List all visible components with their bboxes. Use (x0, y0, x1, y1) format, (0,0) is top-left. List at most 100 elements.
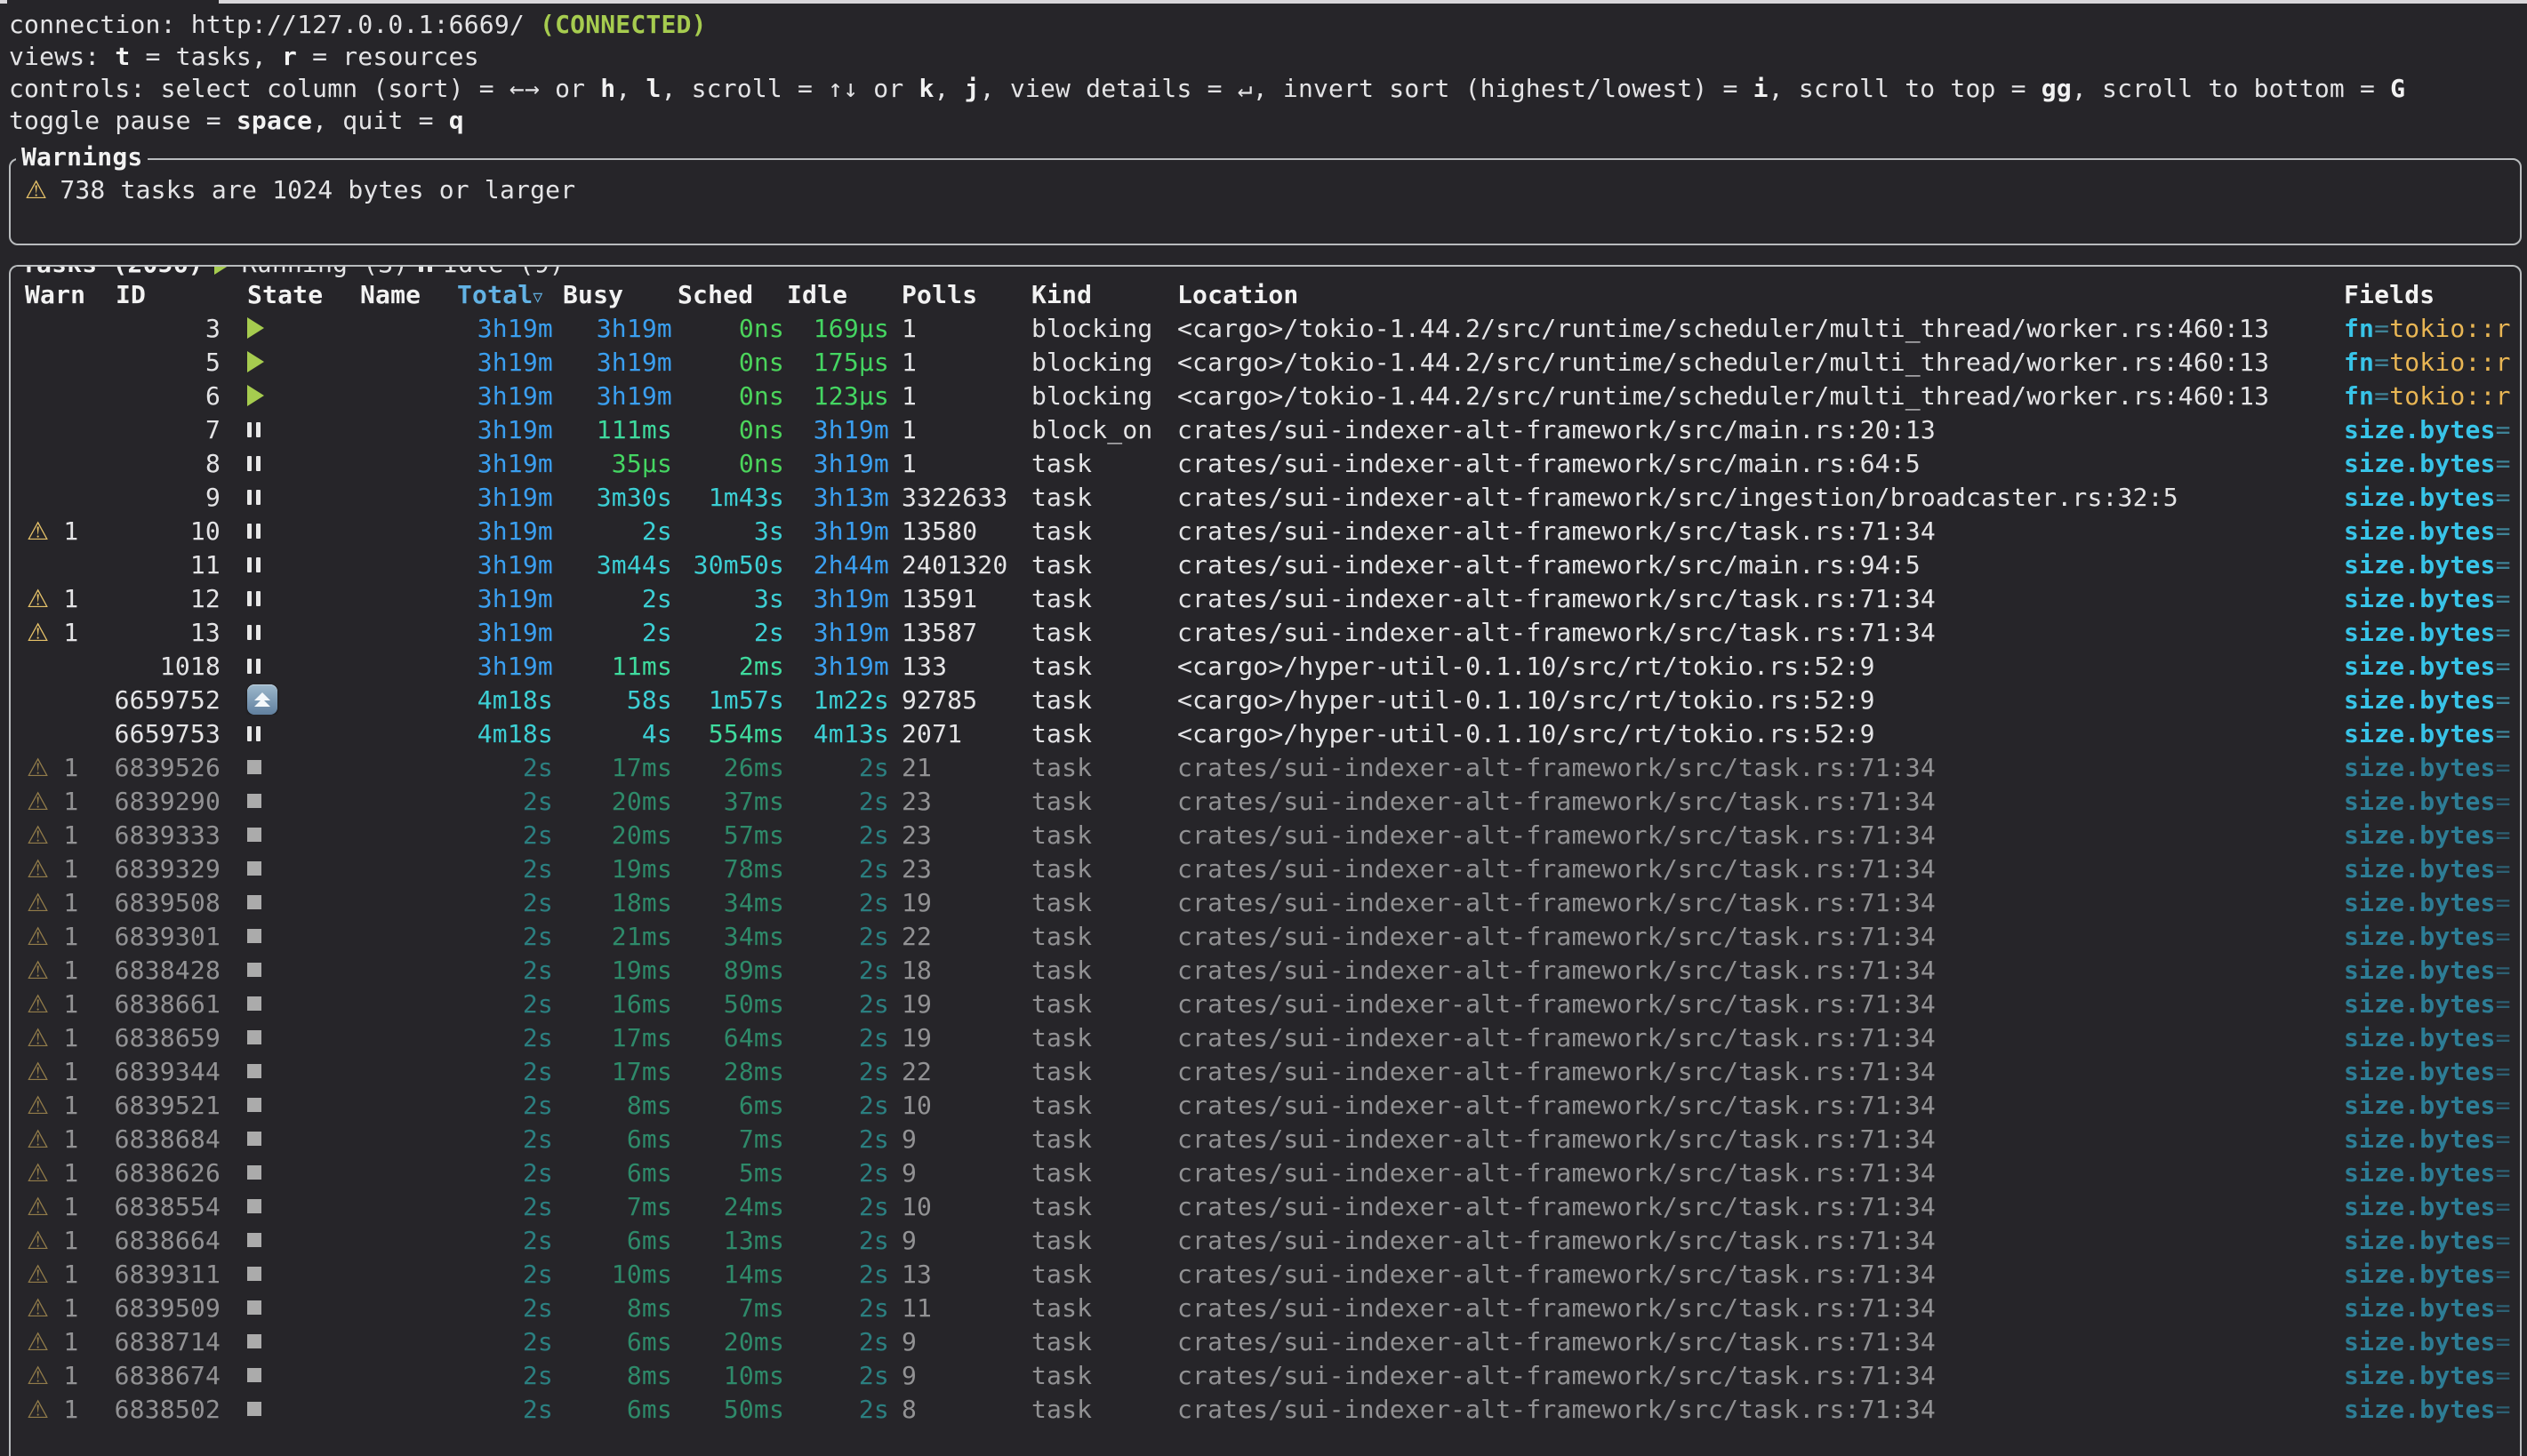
cell-polls: 22 (889, 922, 1024, 951)
tasks-panel: Tasks (2056) Running (3) Idle (9) Warn I… (9, 265, 2522, 1456)
column-header-kind[interactable]: Kind (1024, 280, 1177, 309)
table-row[interactable]: ⚠1 6839521 2s 8ms 6ms 2s 10 task crates/… (25, 1088, 2520, 1122)
column-header-state[interactable]: State (221, 280, 347, 309)
cell-state (221, 490, 347, 505)
table-row[interactable]: ⚠1 6839329 2s 19ms 78ms 2s 23 task crate… (25, 852, 2520, 885)
table-row[interactable]: ⚠1 6838664 2s 6ms 13ms 2s 9 task crates/… (25, 1223, 2520, 1257)
column-header-polls[interactable]: Polls (889, 280, 1024, 309)
cell-warn: ⚠1 (25, 1057, 100, 1086)
table-row[interactable]: ⚠1 6838659 2s 17ms 64ms 2s 19 task crate… (25, 1020, 2520, 1054)
column-header-fields[interactable]: Fields (2321, 280, 2520, 309)
table-row[interactable]: 11 3h19m 3m44s 30m50s 2h44m 2401320 task… (25, 548, 2520, 581)
table-row[interactable]: 5 3h19m 3h19m 0ns 175µs 1 blocking <carg… (25, 345, 2520, 379)
cell-id: 10 (100, 516, 221, 546)
table-row[interactable]: ⚠1 6838554 2s 7ms 24ms 2s 10 task crates… (25, 1189, 2520, 1223)
running-count-label: Running (3) (242, 265, 409, 280)
paused-icon (247, 490, 261, 505)
column-header-name[interactable]: Name (347, 280, 448, 309)
cell-warn: ⚠1 (25, 753, 100, 782)
cell-location: <cargo>/hyper-util-0.1.10/src/rt/tokio.r… (1177, 719, 2321, 748)
cell-sched: 0ns (672, 348, 784, 377)
table-row[interactable]: 6 3h19m 3h19m 0ns 123µs 1 blocking <carg… (25, 379, 2520, 412)
column-header-sched[interactable]: Sched (672, 280, 784, 309)
cell-fields: size.bytes= (2321, 685, 2520, 715)
table-row[interactable]: ⚠1 6839508 2s 18ms 34ms 2s 19 task crate… (25, 885, 2520, 919)
table-row[interactable]: ⚠1 6839344 2s 17ms 28ms 2s 22 task crate… (25, 1054, 2520, 1088)
cell-busy: 8ms (553, 1293, 672, 1323)
cell-warn: ⚠1 (25, 584, 100, 613)
cell-fields: size.bytes= (2321, 1091, 2520, 1120)
column-header-total-sorted[interactable]: Total▿ (448, 280, 553, 309)
table-row[interactable]: ⚠1 13 3h19m 2s 2s 3h19m 13587 task crate… (25, 615, 2520, 649)
cell-kind: task (1024, 652, 1177, 681)
warning-triangle-icon: ⚠ (27, 787, 49, 816)
cell-location: crates/sui-indexer-alt-framework/src/tas… (1177, 787, 2321, 816)
cell-location: crates/sui-indexer-alt-framework/src/tas… (1177, 1158, 2321, 1188)
table-row[interactable]: ⚠1 6839509 2s 8ms 7ms 2s 11 task crates/… (25, 1291, 2520, 1324)
column-header-idle[interactable]: Idle (784, 280, 889, 309)
cell-busy: 2s (553, 516, 672, 546)
table-row[interactable]: 1018 3h19m 11ms 2ms 3h19m 133 task <carg… (25, 649, 2520, 683)
table-row[interactable]: 6659753 4m18s 4s 554ms 4m13s 2071 task <… (25, 716, 2520, 750)
table-row[interactable]: ⚠1 6838674 2s 8ms 10ms 2s 9 task crates/… (25, 1358, 2520, 1392)
cell-fields: size.bytes= (2321, 1158, 2520, 1188)
cell-sched: 0ns (672, 415, 784, 444)
warning-triangle-icon: ⚠ (27, 1192, 49, 1221)
table-row[interactable]: ⚠1 6838714 2s 6ms 20ms 2s 9 task crates/… (25, 1324, 2520, 1358)
cell-kind: task (1024, 820, 1177, 850)
cell-sched: 57ms (672, 820, 784, 850)
table-row[interactable]: ⚠1 6838626 2s 6ms 5ms 2s 9 task crates/s… (25, 1156, 2520, 1189)
cell-id: 6839509 (100, 1293, 221, 1323)
cell-fields: size.bytes= (2321, 483, 2520, 512)
table-row[interactable]: ⚠1 6839301 2s 21ms 34ms 2s 22 task crate… (25, 919, 2520, 953)
table-row[interactable]: 6659752 4m18s 58s 1m57s 1m22s 92785 task… (25, 683, 2520, 716)
completed-icon (247, 1165, 261, 1180)
column-header-location[interactable]: Location (1177, 280, 2321, 309)
table-row[interactable]: ⚠1 6839526 2s 17ms 26ms 2s 21 task crate… (25, 750, 2520, 784)
cell-total: 2s (448, 1057, 553, 1086)
cell-location: crates/sui-indexer-alt-framework/src/tas… (1177, 1192, 2321, 1221)
completed-icon (247, 1300, 261, 1315)
table-row[interactable]: ⚠1 6839290 2s 20ms 37ms 2s 23 task crate… (25, 784, 2520, 818)
cell-id: 5 (100, 348, 221, 377)
completed-icon (247, 1368, 261, 1382)
warning-triangle-icon: ⚠ (27, 1091, 49, 1120)
cell-total: 2s (448, 820, 553, 850)
cell-polls: 9 (889, 1158, 1024, 1188)
table-row[interactable]: ⚠1 6839311 2s 10ms 14ms 2s 13 task crate… (25, 1257, 2520, 1291)
table-row[interactable]: ⚠1 6838428 2s 19ms 89ms 2s 18 task crate… (25, 953, 2520, 987)
cell-fields: size.bytes= (2321, 1361, 2520, 1390)
table-row[interactable]: ⚠1 6838502 2s 6ms 50ms 2s 8 task crates/… (25, 1392, 2520, 1426)
cell-polls: 10 (889, 1091, 1024, 1120)
warning-triangle-icon: ⚠ (27, 1293, 49, 1323)
paused-icon (419, 265, 432, 272)
warning-triangle-icon: ⚠ (27, 1395, 49, 1424)
cell-idle: 3h19m (784, 516, 889, 546)
cell-location: <cargo>/hyper-util-0.1.10/src/rt/tokio.r… (1177, 652, 2321, 681)
cell-polls: 133 (889, 652, 1024, 681)
table-row[interactable]: 7 3h19m 111ms 0ns 3h19m 1 block_on crate… (25, 412, 2520, 446)
table-row[interactable]: ⚠1 6838684 2s 6ms 7ms 2s 9 task crates/s… (25, 1122, 2520, 1156)
table-row[interactable]: ⚠1 12 3h19m 2s 3s 3h19m 13591 task crate… (25, 581, 2520, 615)
cell-id: 6838659 (100, 1023, 221, 1052)
table-row[interactable]: 9 3h19m 3m30s 1m43s 3h13m 3322633 task c… (25, 480, 2520, 514)
cell-busy: 3h19m (553, 314, 672, 343)
table-row[interactable]: ⚠1 6838661 2s 16ms 50ms 2s 19 task crate… (25, 987, 2520, 1020)
table-row[interactable]: ⚠1 10 3h19m 2s 3s 3h19m 13580 task crate… (25, 514, 2520, 548)
cell-id: 6838714 (100, 1327, 221, 1356)
cell-kind: task (1024, 584, 1177, 613)
cell-idle: 4m13s (784, 719, 889, 748)
table-row[interactable]: 8 3h19m 35µs 0ns 3h19m 1 task crates/sui… (25, 446, 2520, 480)
cell-sched: 26ms (672, 753, 784, 782)
column-header-busy[interactable]: Busy (553, 280, 672, 309)
column-header-warn[interactable]: Warn (25, 280, 100, 309)
running-icon (247, 317, 264, 339)
cell-polls: 23 (889, 820, 1024, 850)
cell-location: crates/sui-indexer-alt-framework/src/tas… (1177, 1361, 2321, 1390)
table-row[interactable]: 3 3h19m 3h19m 0ns 169µs 1 blocking <carg… (25, 311, 2520, 345)
cell-sched: 89ms (672, 956, 784, 985)
column-header-id[interactable]: ID (100, 280, 221, 309)
cell-id: 6838661 (100, 989, 221, 1019)
table-row[interactable]: ⚠1 6839333 2s 20ms 57ms 2s 23 task crate… (25, 818, 2520, 852)
cell-idle: 2h44m (784, 550, 889, 580)
